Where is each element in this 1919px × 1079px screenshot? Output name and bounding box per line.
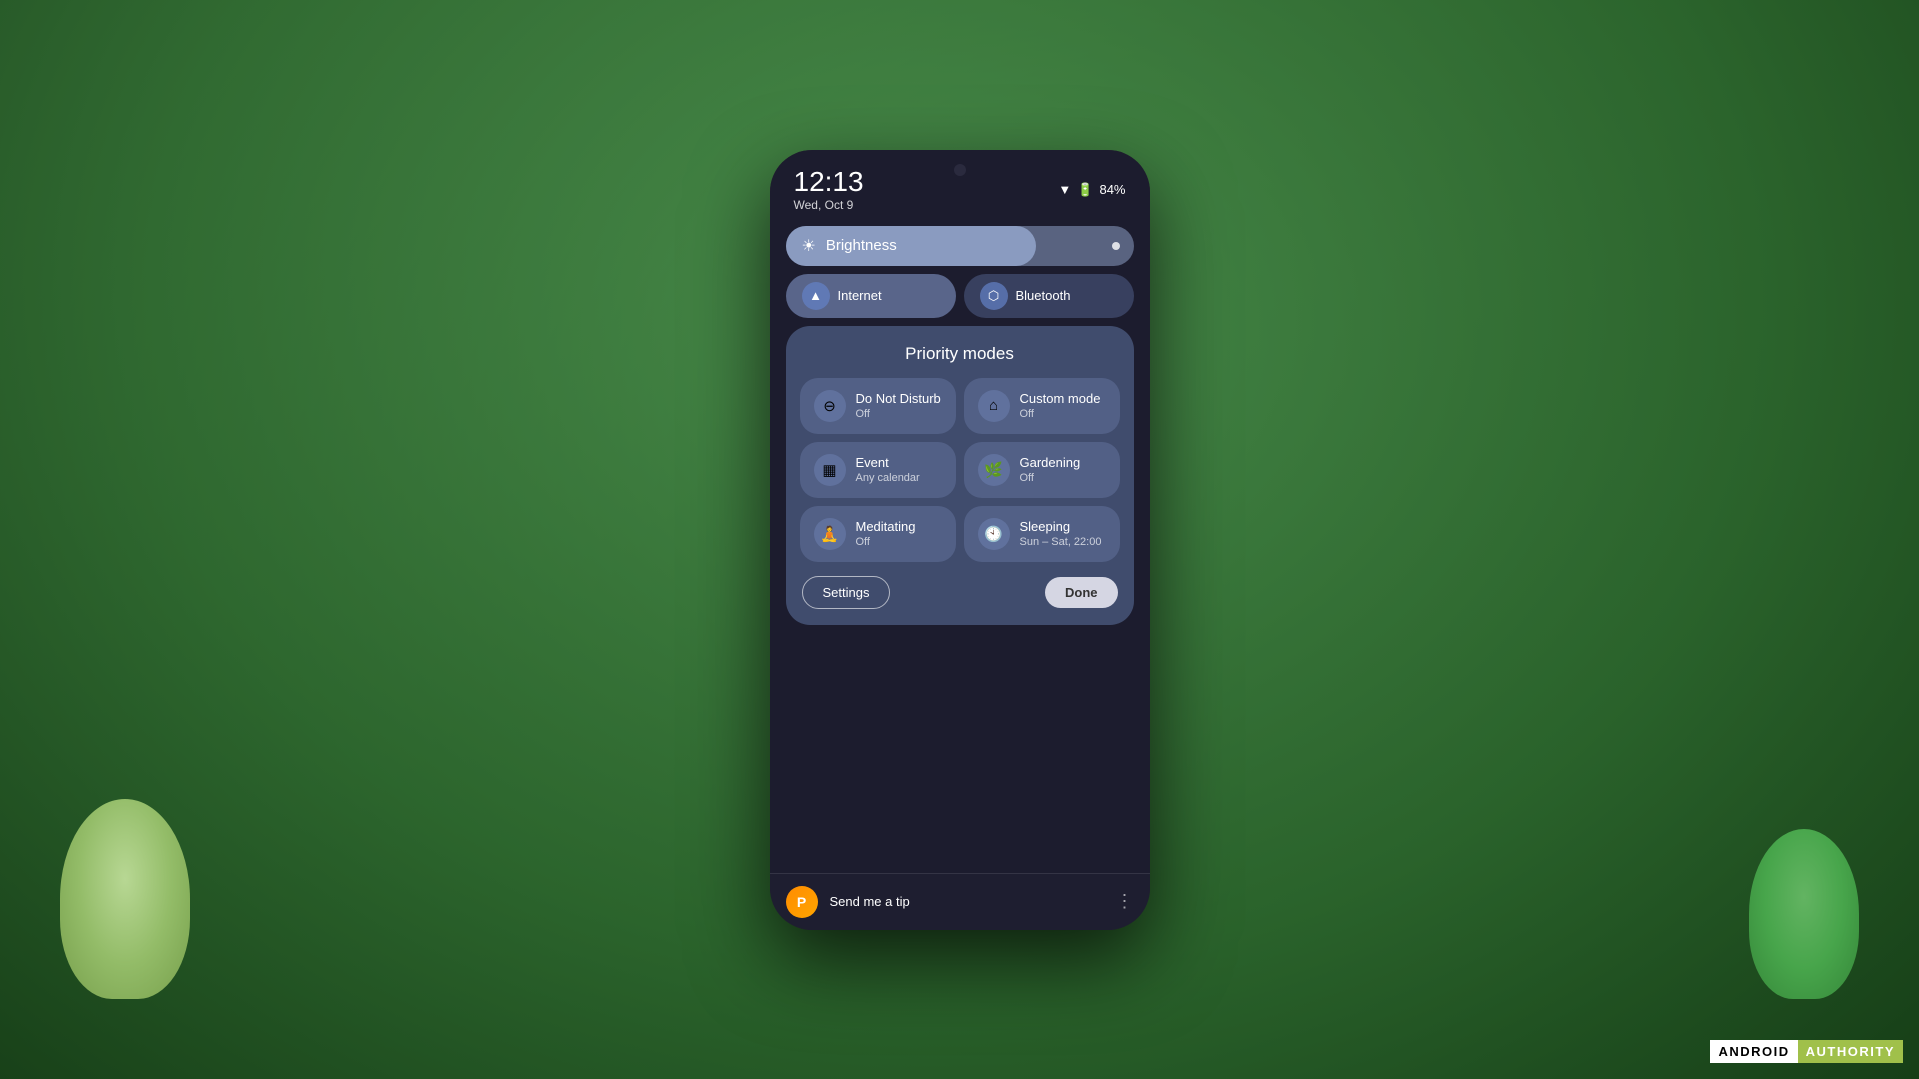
- event-icon: ▦: [814, 454, 846, 486]
- internet-toggle[interactable]: ▲ Internet: [786, 274, 956, 318]
- mode-gardening[interactable]: 🌿 Gardening Off: [964, 442, 1120, 498]
- phone-screen: 12:13 Wed, Oct 9 ▼ 🔋 84% ☀ Brightness: [770, 150, 1150, 930]
- priority-modes-title: Priority modes: [800, 344, 1120, 364]
- do-not-disturb-status: Off: [856, 408, 941, 420]
- gardening-status: Off: [1020, 472, 1081, 484]
- sleeping-status: Sun – Sat, 22:00: [1020, 536, 1102, 548]
- settings-button[interactable]: Settings: [802, 576, 891, 609]
- phone-device: 12:13 Wed, Oct 9 ▼ 🔋 84% ☀ Brightness: [770, 150, 1150, 930]
- brightness-label: Brightness: [826, 237, 897, 254]
- battery-icon: 🔋: [1077, 182, 1093, 198]
- mode-event[interactable]: ▦ Event Any calendar: [800, 442, 956, 498]
- bluetooth-icon: ⬡: [980, 282, 1008, 310]
- meditating-icon: 🧘: [814, 518, 846, 550]
- do-not-disturb-icon: ⊖: [814, 390, 846, 422]
- toggles-row: ▲ Internet ⬡ Bluetooth: [786, 274, 1134, 318]
- gardening-text: Gardening Off: [1020, 455, 1081, 484]
- internet-icon: ▲: [802, 282, 830, 310]
- clock-time: 12:13: [794, 168, 864, 196]
- internet-label: Internet: [838, 288, 882, 303]
- brightness-icon: ☀: [802, 236, 816, 256]
- done-button[interactable]: Done: [1045, 577, 1118, 608]
- meditating-text: Meditating Off: [856, 519, 916, 548]
- status-icons: ▼ 🔋 84%: [1058, 182, 1125, 198]
- brightness-content: ☀ Brightness: [802, 236, 897, 256]
- custom-mode-status: Off: [1020, 408, 1101, 420]
- mode-do-not-disturb[interactable]: ⊖ Do Not Disturb Off: [800, 378, 956, 434]
- android-figurine-right: [1749, 829, 1859, 999]
- gardening-name: Gardening: [1020, 455, 1081, 471]
- panel-actions: Settings Done: [800, 576, 1120, 609]
- bluetooth-label: Bluetooth: [1016, 288, 1071, 303]
- event-name: Event: [856, 455, 920, 471]
- mode-meditating[interactable]: 🧘 Meditating Off: [800, 506, 956, 562]
- status-bar: 12:13 Wed, Oct 9 ▼ 🔋 84%: [770, 150, 1150, 218]
- camera-notch: [954, 164, 966, 176]
- battery-percent: 84%: [1099, 182, 1125, 197]
- event-text: Event Any calendar: [856, 455, 920, 484]
- sleeping-icon: 🕙: [978, 518, 1010, 550]
- bluetooth-toggle[interactable]: ⬡ Bluetooth: [964, 274, 1134, 318]
- tip-icon: P: [786, 886, 818, 918]
- wifi-icon: ▼: [1058, 182, 1071, 197]
- clock-date: Wed, Oct 9: [794, 198, 864, 212]
- mode-sleeping[interactable]: 🕙 Sleeping Sun – Sat, 22:00: [964, 506, 1120, 562]
- custom-mode-icon: ⌂: [978, 390, 1010, 422]
- watermark: ANDROID AUTHORITY: [1710, 1040, 1903, 1063]
- custom-mode-name: Custom mode: [1020, 391, 1101, 407]
- do-not-disturb-name: Do Not Disturb: [856, 391, 941, 407]
- quick-settings-panel: ☀ Brightness ▲ Internet ⬡ Bluetooth: [770, 218, 1150, 318]
- android-figurine-left: [60, 799, 190, 999]
- meditating-status: Off: [856, 536, 916, 548]
- modes-grid: ⊖ Do Not Disturb Off ⌂ Custom mode Off: [800, 378, 1120, 562]
- meditating-name: Meditating: [856, 519, 916, 535]
- watermark-android: ANDROID: [1710, 1040, 1797, 1063]
- brightness-control[interactable]: ☀ Brightness: [786, 226, 1134, 266]
- sleeping-text: Sleeping Sun – Sat, 22:00: [1020, 519, 1102, 548]
- brightness-dot: [1112, 242, 1120, 250]
- tip-more-icon[interactable]: ⋮: [1116, 891, 1134, 912]
- tip-icon-label: P: [797, 894, 806, 910]
- event-status: Any calendar: [856, 472, 920, 484]
- mode-custom[interactable]: ⌂ Custom mode Off: [964, 378, 1120, 434]
- custom-mode-text: Custom mode Off: [1020, 391, 1101, 420]
- tip-text: Send me a tip: [830, 894, 1104, 909]
- gardening-icon: 🌿: [978, 454, 1010, 486]
- priority-modes-panel: Priority modes ⊖ Do Not Disturb Off ⌂: [786, 326, 1134, 625]
- do-not-disturb-text: Do Not Disturb Off: [856, 391, 941, 420]
- scene: 12:13 Wed, Oct 9 ▼ 🔋 84% ☀ Brightness: [0, 0, 1919, 1079]
- sleeping-name: Sleeping: [1020, 519, 1102, 535]
- tip-bar: P Send me a tip ⋮: [770, 873, 1150, 930]
- watermark-authority: AUTHORITY: [1798, 1040, 1903, 1063]
